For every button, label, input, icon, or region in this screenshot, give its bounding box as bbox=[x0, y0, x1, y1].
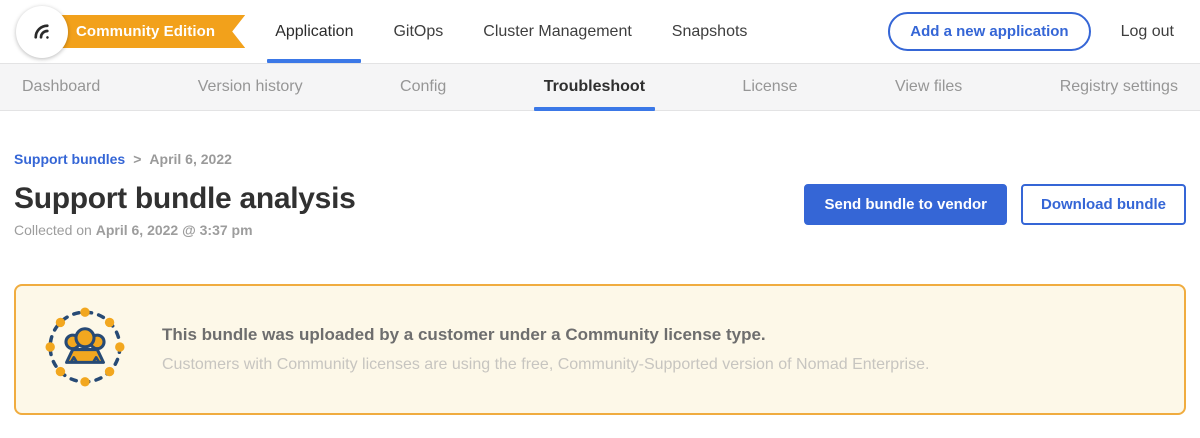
top-nav-gitops[interactable]: GitOps bbox=[393, 0, 443, 63]
subnav-troubleshoot[interactable]: Troubleshoot bbox=[544, 64, 645, 110]
notice-heading: This bundle was uploaded by a customer u… bbox=[162, 325, 929, 345]
replicated-logo-icon[interactable] bbox=[16, 6, 68, 58]
logout-link[interactable]: Log out bbox=[1121, 23, 1174, 41]
main-content: Support bundles > April 6, 2022 Support bu… bbox=[0, 151, 1200, 415]
top-header: Community Edition Application GitOps Clu… bbox=[0, 0, 1200, 63]
community-edition-badge: Community Edition bbox=[56, 15, 245, 48]
community-license-notice: This bundle was uploaded by a customer u… bbox=[14, 284, 1186, 415]
bundle-actions: Send bundle to vendor Download bundle bbox=[804, 182, 1186, 225]
send-bundle-to-vendor-button[interactable]: Send bundle to vendor bbox=[804, 184, 1007, 225]
subnav-dashboard[interactable]: Dashboard bbox=[22, 64, 100, 110]
add-new-application-button[interactable]: Add a new application bbox=[888, 12, 1090, 51]
top-nav-cluster-management[interactable]: Cluster Management bbox=[483, 0, 632, 63]
notice-text: This bundle was uploaded by a customer u… bbox=[162, 325, 929, 374]
replicated-logo-glyph bbox=[28, 18, 56, 46]
subnav-license[interactable]: License bbox=[742, 64, 797, 110]
top-nav-application[interactable]: Application bbox=[275, 0, 353, 63]
breadcrumb-support-bundles-link[interactable]: Support bundles bbox=[14, 151, 125, 167]
community-group-icon bbox=[42, 304, 128, 395]
collected-date: April 6, 2022 @ 3:37 pm bbox=[96, 222, 253, 238]
app-subnav: Dashboard Version history Config Trouble… bbox=[0, 63, 1200, 111]
breadcrumb-separator: > bbox=[133, 151, 141, 167]
top-nav: Application GitOps Cluster Management Sn… bbox=[275, 0, 747, 63]
breadcrumb: Support bundles > April 6, 2022 bbox=[14, 151, 1186, 167]
brand: Community Edition bbox=[16, 6, 245, 58]
top-nav-snapshots[interactable]: Snapshots bbox=[672, 0, 748, 63]
title-block: Support bundle analysis Collected on Apr… bbox=[14, 182, 355, 238]
notice-body: Customers with Community licenses are us… bbox=[162, 356, 929, 374]
subnav-view-files[interactable]: View files bbox=[895, 64, 962, 110]
collected-prefix: Collected on bbox=[14, 222, 96, 238]
download-bundle-button[interactable]: Download bundle bbox=[1021, 184, 1186, 225]
subnav-config[interactable]: Config bbox=[400, 64, 446, 110]
page-title: Support bundle analysis bbox=[14, 182, 355, 216]
breadcrumb-current: April 6, 2022 bbox=[149, 151, 232, 167]
collected-on-text: Collected on April 6, 2022 @ 3:37 pm bbox=[14, 222, 355, 238]
title-row: Support bundle analysis Collected on Apr… bbox=[14, 182, 1186, 238]
subnav-registry-settings[interactable]: Registry settings bbox=[1060, 64, 1178, 110]
subnav-version-history[interactable]: Version history bbox=[198, 64, 303, 110]
